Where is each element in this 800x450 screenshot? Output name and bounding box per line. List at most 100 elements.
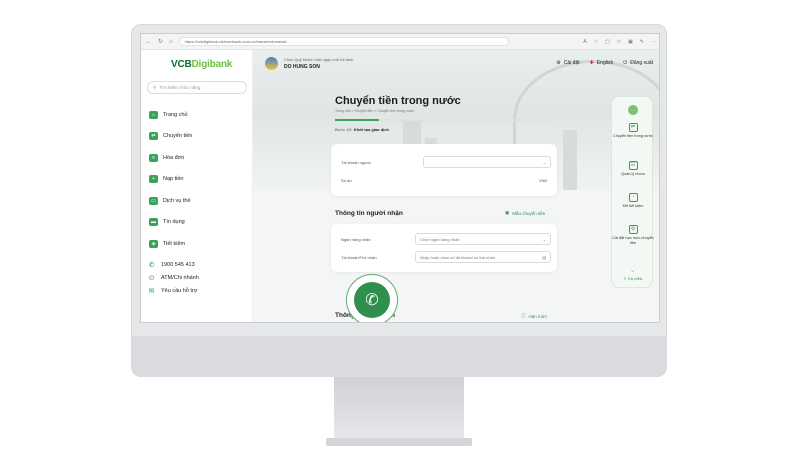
step-indicator: Bước 1/6 Khởi tạo giao dịch [335, 127, 389, 132]
limit-icon: ⚙ [628, 225, 638, 234]
phone-call-icon: ✆ [354, 282, 390, 318]
avatar[interactable] [265, 57, 278, 70]
sidebar-item-bill[interactable]: ≡ Hóa đơn [149, 147, 192, 169]
extension-icon[interactable]: ✎ [640, 39, 644, 45]
power-icon: ⏻ [623, 60, 628, 66]
step-prefix: Bước 1/6 [335, 127, 352, 132]
sidebar-item-label: Hóa đơn [163, 154, 185, 161]
language-button[interactable]: ✚ English [590, 60, 614, 66]
source-account-label: Tài khoản nguồn [341, 160, 371, 165]
address-bar[interactable]: https://vcbdigibank.vietcombank.com.vn/t… [178, 37, 509, 46]
group-icon: ☷ [628, 161, 638, 170]
quick-item-label: Mở tiết kiệm [622, 204, 644, 208]
topup-icon: + [149, 175, 158, 184]
quick-item-group-management[interactable]: ☷ Quản lý nhóm [612, 161, 654, 177]
limit-link-label: Hạn mức [528, 313, 548, 319]
bank-label: Ngân hàng nhận [341, 237, 371, 242]
chevron-down-icon: ⌄ [542, 159, 546, 165]
sidebar-item-label: Trang chủ [163, 111, 188, 118]
read-aloud-icon[interactable]: A [583, 39, 586, 45]
quick-item-open-savings[interactable]: ◔ Mở tiết kiệm [612, 193, 654, 209]
source-account-select[interactable]: ⌄ [423, 156, 551, 168]
contact-book-icon[interactable]: ▤ [542, 255, 546, 260]
savings-icon: ◈ [149, 239, 158, 248]
sidebar-item-transfer[interactable]: ⇄ Chuyển tiền [149, 126, 192, 148]
account-input[interactable]: Nhập hoặc chọn số tài khoản/ số thẻ nhận… [415, 251, 551, 263]
monitor-frame: ← ↻ ⌂ https://vcbdigibank.vietcombank.co… [131, 24, 667, 377]
phone-icon: ✆ [148, 261, 155, 269]
logout-label: Đăng xuất [630, 60, 653, 66]
monitor-bezel: ← ↻ ⌂ https://vcbdigibank.vietcombank.co… [131, 24, 667, 377]
breadcrumb[interactable]: Trang chủ > Chuyển tiền > Chuyển tiền tr… [335, 109, 414, 113]
balance-currency: VND [539, 178, 548, 183]
edit-icon: ✎ [623, 277, 627, 281]
monitor-stand-foot [326, 438, 472, 446]
home-icon[interactable]: ⌂ [169, 39, 173, 45]
sidebar-menu: ⌂ Trang chủ ⇄ Chuyển tiền ≡ Hóa đơn + Nạp ti… [149, 104, 192, 255]
browser-toolbar: ← ↻ ⌂ https://vcbdigibank.vietcombank.co… [141, 34, 659, 50]
customize-link[interactable]: ✎ Tùy chỉnh [612, 277, 654, 281]
recipient-section-title: Thông tin người nhận [335, 210, 403, 217]
sidebar-item-topup[interactable]: + Nạp tiền [149, 169, 192, 191]
settings-button[interactable]: ⚙ Cài đặt [556, 60, 579, 66]
logout-button[interactable]: ⏻ Đăng xuất [623, 60, 653, 66]
credit-icon: ▬ [149, 218, 158, 227]
collections-icon[interactable]: ▣ [628, 39, 633, 45]
sidebar-item-credit[interactable]: ▬ Tín dụng [149, 212, 192, 234]
monitor-chin [131, 336, 667, 377]
settings-label: Cài đặt [563, 60, 580, 66]
quick-item-label: Chuyển tiền trong nước [612, 134, 654, 138]
user-name: DO HUNG SON [284, 64, 320, 70]
chevron-down-icon[interactable]: ⌄ [630, 267, 635, 274]
sidebar-item-label: Tiết kiệm [163, 240, 186, 247]
bank-select[interactable]: Chọn ngân hàng nhận ⌄ [415, 233, 551, 245]
screen: ← ↻ ⌂ https://vcbdigibank.vietcombank.co… [140, 33, 660, 323]
language-label: English [596, 60, 614, 66]
balance-label: Số dư [341, 178, 352, 183]
hotline-label: 1900 545 413 [161, 261, 195, 268]
home-icon: ⌂ [149, 110, 158, 119]
card-icon: ▭ [149, 196, 158, 205]
back-icon[interactable]: ← [146, 39, 152, 45]
quick-item-transfer-limit[interactable]: ⚙ Cài đặt hạn mức chuyển tiền [612, 225, 654, 246]
quick-item-label: Quản lý nhóm [621, 172, 645, 176]
support-link[interactable]: ✉ Yêu cầu hỗ trợ [147, 284, 199, 297]
vcb-logo[interactable]: VCBDigibank [171, 59, 232, 70]
info-icon: ⓘ [521, 313, 526, 318]
template-link[interactable]: ▣ Mẫu chuyển tiền [505, 210, 545, 216]
location-icon: ⊙ [148, 274, 155, 282]
more-icon[interactable]: ⋯ [651, 39, 656, 45]
search-placeholder: Tìm kiếm chức năng [159, 85, 201, 90]
hotline-link[interactable]: ✆ 1900 545 413 [147, 258, 199, 271]
panel-toggle-icon[interactable] [628, 105, 638, 115]
account-placeholder: Nhập hoặc chọn số tài khoản/ số thẻ nhận [420, 254, 495, 260]
call-bubble-button[interactable]: ✆ [346, 274, 398, 322]
monitor-stand-neck [334, 377, 464, 441]
sidebar-item-card[interactable]: ▭ Dịch vụ thẻ [149, 190, 192, 212]
account-label: Tài khoản/Thẻ nhận [341, 255, 377, 260]
building-decoration [563, 130, 577, 190]
sidebar-item-label: Chuyển tiền [163, 133, 193, 140]
refresh-icon[interactable]: ↻ [158, 38, 163, 45]
transfer-icon: ⇄ [628, 123, 638, 132]
logo-main-text: VCB [171, 59, 192, 70]
atm-branch-link[interactable]: ⊙ ATM/Chi nhánh [147, 271, 199, 284]
sidebar-item-savings[interactable]: ◈ Tiết kiệm [149, 233, 192, 255]
sidebar-item-home[interactable]: ⌂ Trang chủ [149, 104, 192, 126]
sidebar-footer: ✆ 1900 545 413 ⊙ ATM/Chi nhánh ✉ Yêu cầu hỗ… [147, 258, 199, 297]
template-link-label: Mẫu chuyển tiền [512, 210, 546, 216]
step-progress-bar [335, 119, 553, 121]
favorites-icon[interactable]: ✩ [617, 39, 621, 45]
gear-icon: ⚙ [556, 60, 561, 66]
atm-branch-label: ATM/Chi nhánh [161, 274, 199, 281]
favorite-icon[interactable]: ☆ [594, 39, 598, 45]
greeting-text: Chúc Quý khách một ngày mới tốt lành [284, 57, 354, 62]
split-icon[interactable]: ▢ [605, 39, 610, 45]
quick-item-domestic-transfer[interactable]: ⇄ Chuyển tiền trong nước [612, 123, 654, 139]
search-input[interactable]: ⚲ Tìm kiếm chức năng [147, 81, 247, 94]
sidebar-item-label: Dịch vụ thẻ [163, 197, 191, 204]
user-greeting: Chúc Quý khách một ngày mới tốt lành DO … [265, 57, 353, 70]
piggy-icon: ◔ [628, 193, 638, 202]
page-title: Chuyển tiền trong nước [335, 95, 461, 107]
limit-link[interactable]: ⓘ Hạn mức [521, 313, 547, 319]
